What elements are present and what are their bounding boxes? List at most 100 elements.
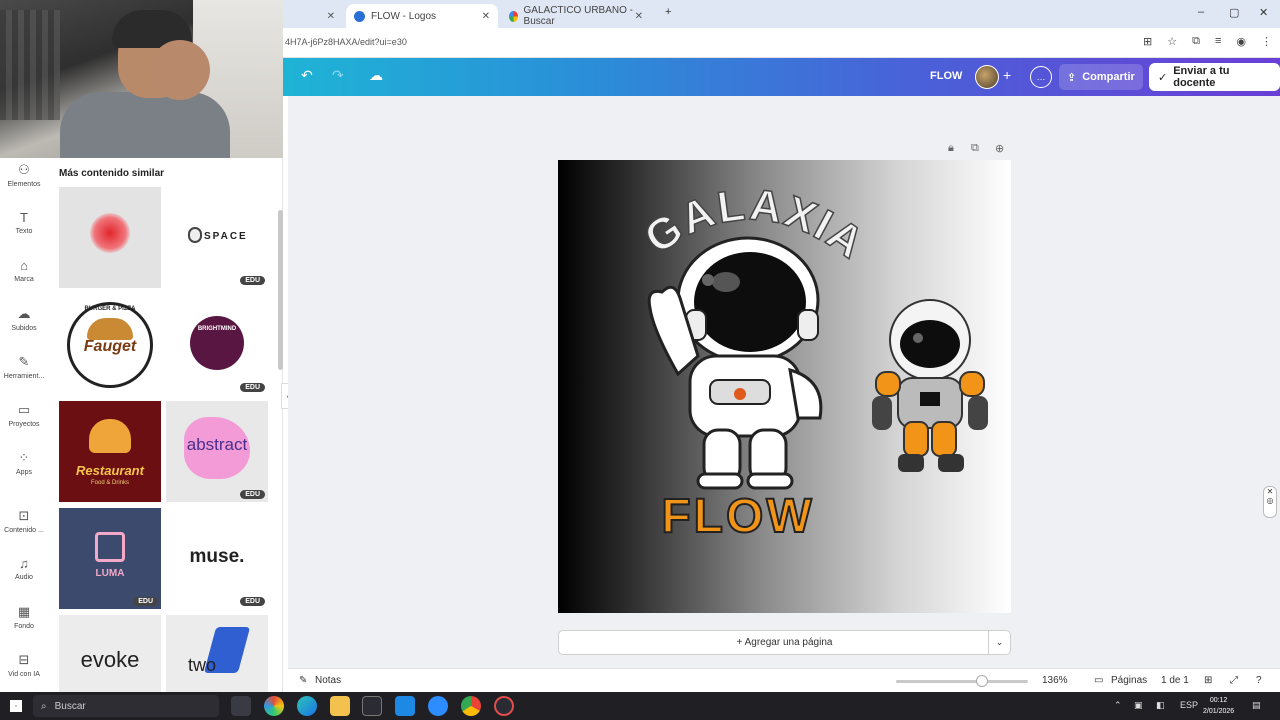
language-indicator[interactable]: ESP: [1180, 700, 1198, 710]
panel-scrollbar[interactable]: [278, 210, 283, 370]
chevron-down-icon[interactable]: ⌄: [988, 631, 1010, 654]
design-artboard[interactable]: GALAXIA FLOW: [558, 160, 1011, 613]
ai-video-icon: ⊟: [18, 652, 30, 667]
add-page-icon[interactable]: ⊕: [995, 142, 1004, 155]
tab-previous[interactable]: ✕: [283, 4, 343, 28]
rail-projects[interactable]: ▭ Proyectos: [0, 402, 48, 428]
lock-icon[interactable]: 🔒︎: [948, 142, 954, 155]
cloud-save-icon[interactable]: ☁: [369, 67, 383, 84]
add-page-button[interactable]: + Agregar una página ⌄: [558, 630, 1011, 655]
astronaut-large-icon: [647, 236, 823, 490]
address-bar[interactable]: 4H7A-j6Pz8HAXA/edit?ui=e30 ⊞ ☆ ⧉ ≡ ◉ ⋮: [283, 28, 1280, 58]
url-text[interactable]: 4H7A-j6Pz8HAXA/edit?ui=e30: [285, 37, 407, 47]
undo-icon[interactable]: ↶: [301, 67, 313, 84]
edge-icon[interactable]: [297, 696, 317, 716]
zoom-slider-handle[interactable]: [976, 675, 988, 687]
content-icon: ⊡: [18, 508, 30, 523]
design-artwork: GALAXIA FLOW: [635, 179, 988, 544]
fullscreen-icon[interactable]: ⤢: [1230, 675, 1238, 686]
mail-icon[interactable]: [395, 696, 415, 716]
tab-galactico-urbano[interactable]: GALACTICO URBANO - Buscar ✕: [501, 4, 651, 28]
template-thumb-red-dot[interactable]: [59, 187, 161, 288]
template-thumb-abstract[interactable]: abstract EDU: [166, 401, 268, 502]
close-tab-icon[interactable]: ✕: [327, 11, 335, 22]
template-thumb-space[interactable]: SPACE EDU: [166, 187, 268, 288]
tray-chevron-icon[interactable]: ⌃: [1114, 700, 1122, 711]
help-icon[interactable]: ?: [1256, 675, 1262, 686]
file-explorer-icon[interactable]: [330, 696, 350, 716]
new-tab-icon[interactable]: +: [665, 6, 671, 18]
text-icon: T: [20, 210, 28, 225]
redo-icon[interactable]: ↷: [332, 67, 344, 84]
task-view-icon[interactable]: [231, 696, 251, 716]
notes-icon[interactable]: ✎: [299, 675, 307, 686]
rail-apps[interactable]: ⁘ Apps: [0, 450, 48, 476]
edu-badge: EDU: [240, 490, 265, 499]
upload-icon: ☁: [17, 306, 31, 321]
pages-icon[interactable]: ▭: [1094, 675, 1103, 686]
tab-flow-logos[interactable]: FLOW - Logos ✕: [346, 4, 498, 28]
obs-icon[interactable]: [494, 696, 514, 716]
pages-button[interactable]: Páginas: [1111, 675, 1147, 686]
store-icon[interactable]: [362, 696, 382, 716]
notifications-icon[interactable]: ▤: [1252, 700, 1261, 711]
bookmark-star-icon[interactable]: ☆: [1167, 35, 1177, 48]
rail-elements[interactable]: ⚇ Elementos: [0, 162, 48, 188]
browser-menu-icon[interactable]: ⋮: [1261, 35, 1272, 48]
minimize-icon[interactable]: –: [1198, 6, 1204, 18]
grid-view-icon[interactable]: ⊞: [1204, 675, 1212, 686]
chrome-icon[interactable]: [461, 696, 481, 716]
canva-favicon-icon: [354, 10, 365, 22]
translate-icon[interactable]: ⊞: [1143, 35, 1152, 48]
notes-button[interactable]: Notas: [315, 675, 341, 686]
comment-icon[interactable]: …: [1030, 66, 1052, 88]
rail-uploads[interactable]: ☁ Subidos: [0, 306, 48, 332]
edu-badge: EDU: [240, 383, 265, 392]
rail-background[interactable]: ▦ Fondo: [0, 604, 48, 630]
maximize-icon[interactable]: ▢: [1229, 6, 1239, 19]
duplicate-page-icon[interactable]: ⧉: [971, 142, 979, 155]
zoom-app-icon[interactable]: [428, 696, 448, 716]
tray-app-icon[interactable]: ▣: [1134, 700, 1143, 711]
rail-brand[interactable]: ⌂ Marca: [0, 258, 48, 283]
close-icon[interactable]: ✕: [1267, 487, 1274, 496]
avatar[interactable]: [975, 65, 999, 89]
google-favicon-icon: [509, 10, 518, 22]
zoom-slider[interactable]: [896, 680, 1028, 683]
elements-icon: ⚇: [18, 162, 30, 177]
tray-app2-icon[interactable]: ◧: [1156, 700, 1165, 711]
audio-icon: ♫: [19, 556, 29, 571]
taskbar-clock[interactable]: 00:12 2/01/2026: [1203, 695, 1234, 717]
extensions-icon[interactable]: ⧉: [1192, 35, 1200, 48]
template-thumb-brightmind[interactable]: BRIGHTMIND EDU: [166, 294, 268, 395]
search-icon: ⌕: [41, 700, 47, 712]
edu-badge: EDU: [240, 597, 265, 606]
template-thumb-evoke[interactable]: evoke: [59, 615, 161, 692]
template-thumb-luma[interactable]: LUMA EDU: [59, 508, 161, 609]
zoom-level[interactable]: 136%: [1042, 675, 1068, 686]
add-collaborator-icon[interactable]: +: [1003, 67, 1011, 83]
taskbar-search[interactable]: ⌕ Buscar: [33, 695, 219, 717]
close-tab-icon[interactable]: ✕: [635, 11, 643, 22]
template-thumb-restaurant[interactable]: Restaurant Food & Drinks: [59, 401, 161, 502]
copilot-icon[interactable]: [264, 696, 284, 716]
design-title[interactable]: FLOW: [930, 70, 962, 82]
edu-badge: EDU: [133, 597, 158, 606]
close-tab-icon[interactable]: ✕: [482, 11, 490, 22]
media-icon[interactable]: ≡: [1215, 35, 1221, 48]
template-thumb-fauget[interactable]: BURGER & PIZZA Fauget: [59, 294, 161, 395]
help-circle-icon[interactable]: ◎: [1267, 496, 1274, 505]
template-thumb-muse[interactable]: muse. EDU: [166, 508, 268, 609]
profile-icon[interactable]: ◉: [1236, 35, 1246, 48]
side-widget[interactable]: ✕ ◎: [1263, 486, 1277, 518]
rail-content[interactable]: ⊡ Contenido ...: [0, 508, 48, 534]
share-button[interactable]: ⇪ Compartir: [1059, 64, 1143, 90]
rail-audio[interactable]: ♫ Audio: [0, 556, 48, 581]
template-thumb-two[interactable]: two: [166, 615, 268, 692]
close-window-icon[interactable]: ✕: [1259, 6, 1268, 19]
rail-text[interactable]: T Texto: [0, 210, 48, 235]
windows-start-icon[interactable]: [10, 700, 22, 712]
send-to-teacher-button[interactable]: ✓ Enviar a tu docente: [1149, 63, 1280, 91]
rail-tools[interactable]: ✎ Herramient...: [0, 354, 48, 380]
rail-ai-video[interactable]: ⊟ Vid con IA: [0, 652, 48, 678]
